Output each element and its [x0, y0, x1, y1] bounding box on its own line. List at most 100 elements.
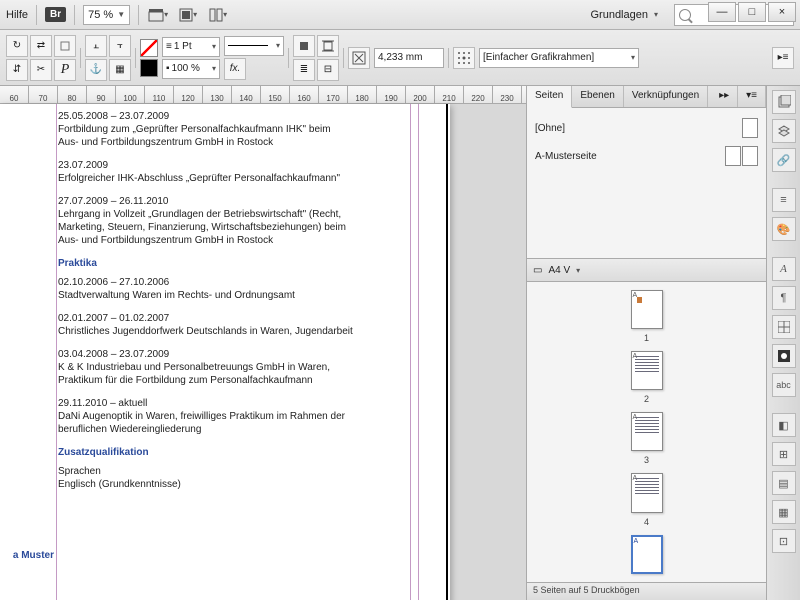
color-panel-icon[interactable]: 🎨	[772, 217, 796, 241]
reference-point-icon[interactable]	[453, 47, 475, 69]
body-text: 03.04.2008 – 23.07.2009	[58, 348, 388, 361]
stroke-swatch[interactable]	[140, 59, 158, 77]
master-thumb-icon	[742, 146, 758, 166]
arrange-docs-button[interactable]: ▾	[207, 4, 229, 26]
ruler-tick: 110	[145, 86, 174, 103]
ruler-tick: 230	[493, 86, 522, 103]
layers-panel-icon[interactable]	[772, 119, 796, 143]
frame-fit-icon[interactable]	[348, 47, 370, 69]
stroke-panel-icon[interactable]: ≡	[772, 188, 796, 212]
screen-mode-button[interactable]: ▾	[177, 4, 199, 26]
ruler-tick: 100	[116, 86, 145, 103]
body-text: 02.10.2006 – 27.10.2006	[58, 276, 388, 289]
glyphs-panel-icon[interactable]: abc	[772, 373, 796, 397]
distribute-icon[interactable]: ⫟	[109, 35, 131, 57]
ruler-tick: 70	[29, 86, 58, 103]
ruler-tick: 210	[435, 86, 464, 103]
text-wrap-none-icon[interactable]	[293, 35, 315, 57]
page-thumb-3[interactable]: A	[631, 412, 663, 451]
page-thumb-4[interactable]: A	[631, 473, 663, 512]
panel-collapse-icon[interactable]: ▸▸	[711, 86, 738, 107]
ruler-tick: 90	[87, 86, 116, 103]
page-number: 1	[644, 333, 649, 343]
anchor-icon[interactable]: ⚓	[85, 59, 107, 81]
bridge-button[interactable]: Br	[45, 7, 66, 22]
maximize-button[interactable]: □	[738, 2, 766, 22]
ruler-tick: 180	[348, 86, 377, 103]
page-thumb-2[interactable]: A	[631, 351, 663, 390]
help-menu[interactable]: Hilfe	[6, 9, 28, 21]
stroke-style-selector[interactable]: ▾	[224, 36, 284, 56]
master-thumb-icon	[742, 118, 758, 138]
table-styles-icon[interactable]: ▦	[772, 500, 796, 524]
tab-layers[interactable]: Ebenen	[572, 86, 623, 107]
body-text: Sprachen	[58, 465, 388, 478]
paragraph-panel-icon[interactable]: ¶	[772, 286, 796, 310]
tab-pages[interactable]: Seiten	[527, 86, 572, 108]
master-none-row[interactable]: [Ohne]	[533, 114, 760, 142]
paragraph-icon[interactable]: P	[54, 59, 76, 81]
master-thumb-icon	[725, 146, 741, 166]
links-panel-icon[interactable]: 🔗	[772, 148, 796, 172]
minimize-button[interactable]: —	[708, 2, 736, 22]
frame-offset-input[interactable]: 4,233 mm	[374, 48, 444, 68]
workspace-selector[interactable]: Grundlagen ▾	[582, 7, 666, 23]
panel-column: Seiten Ebenen Verknüpfungen ▸▸ ▾≡ [Ohne]…	[526, 86, 766, 600]
align-icon[interactable]: ⫠	[85, 35, 107, 57]
ruler-tick: 150	[261, 86, 290, 103]
ruler-tick: 200	[406, 86, 435, 103]
flip-h-icon[interactable]: ⇄	[30, 35, 52, 57]
chevron-down-icon: ▾	[654, 10, 658, 19]
object-styles-icon[interactable]: ◧	[772, 413, 796, 437]
search-icon	[679, 9, 691, 21]
body-text: Praktikum für die Fortbildung zum Person…	[58, 374, 388, 387]
misc-panel-icon[interactable]: ⊡	[772, 529, 796, 553]
text-wrap-around-icon[interactable]	[317, 35, 339, 57]
text-styles-icon[interactable]: ⊞	[772, 442, 796, 466]
text-wrap-jump-icon[interactable]: ≣	[293, 59, 315, 81]
page-thumb-5[interactable]: A	[631, 535, 663, 574]
page-thumb-1[interactable]: A	[631, 290, 663, 329]
object-style-selector[interactable]: [Einfacher Grafikrahmen]▾	[479, 48, 639, 68]
document-area[interactable]: 6070809010011012013014015016017018019020…	[0, 86, 526, 600]
view-options-button[interactable]: ▾	[147, 4, 169, 26]
swatches-panel-icon[interactable]	[772, 344, 796, 368]
placeholder-icon[interactable]	[54, 35, 76, 57]
opacity-input[interactable]: ▪100 %▾	[162, 59, 220, 79]
crop-icon[interactable]: ✂	[30, 59, 52, 81]
ruler-tick: 60	[0, 86, 29, 103]
body-text: Christliches Jugenddorfwerk Deutschlands…	[58, 325, 388, 338]
tab-links[interactable]: Verknüpfungen	[624, 86, 708, 107]
panel-menu-icon[interactable]: ▸≡	[772, 47, 794, 69]
ruler-tick: 220	[464, 86, 493, 103]
body-text: 29.11.2010 – aktuell	[58, 397, 388, 410]
effects-button[interactable]: fx.	[224, 58, 246, 80]
control-toolbar: ↻ ⇄ ⇵ ✂ P ⫠ ⫟ ⚓ ▦ ≡1 Pt▾ ▪100 %▾ ▾	[0, 30, 800, 86]
body-text: DaNi Augenoptik in Waren, freiwilliges P…	[58, 410, 388, 423]
rotate-icon[interactable]: ↻	[6, 35, 28, 57]
document-page[interactable]: 25.05.2008 – 23.07.2009 Fortbildung zum …	[0, 104, 450, 600]
group-icon[interactable]: ▦	[109, 59, 131, 81]
character-panel-icon[interactable]: A	[772, 257, 796, 281]
stroke-weight-input[interactable]: ≡1 Pt▾	[162, 37, 220, 57]
body-text: Lehrgang in Vollzeit „Grundlagen der Bet…	[58, 208, 388, 221]
pages-panel-icon[interactable]	[772, 90, 796, 114]
text-wrap-column-icon[interactable]: ⊟	[317, 59, 339, 81]
flip-v-icon[interactable]: ⇵	[6, 59, 28, 81]
zoom-selector[interactable]: 75 % ▼	[83, 5, 130, 25]
table-panel-icon[interactable]	[772, 315, 796, 339]
body-text: Fortbildung zum „Geprüfter Personalfachk…	[58, 123, 388, 136]
body-text: 25.05.2008 – 23.07.2009	[58, 110, 388, 123]
panel-menu-icon[interactable]: ▾≡	[738, 86, 766, 107]
chevron-down-icon: ▾	[576, 266, 580, 275]
ruler-tick: 130	[203, 86, 232, 103]
fill-swatch[interactable]	[140, 39, 158, 57]
page-size-selector[interactable]: ▭ A4 V ▾	[527, 258, 766, 282]
ruler-tick: 140	[232, 86, 261, 103]
body-text: Aus- und Fortbildungszentrum GmbH in Ros…	[58, 136, 388, 149]
body-text: Aus- und Fortbildungszentrum GmbH in Ros…	[58, 234, 388, 247]
page-number: 3	[644, 455, 649, 465]
cell-styles-icon[interactable]: ▤	[772, 471, 796, 495]
close-button[interactable]: ×	[768, 2, 796, 22]
master-a-row[interactable]: A-Musterseite	[533, 142, 760, 170]
